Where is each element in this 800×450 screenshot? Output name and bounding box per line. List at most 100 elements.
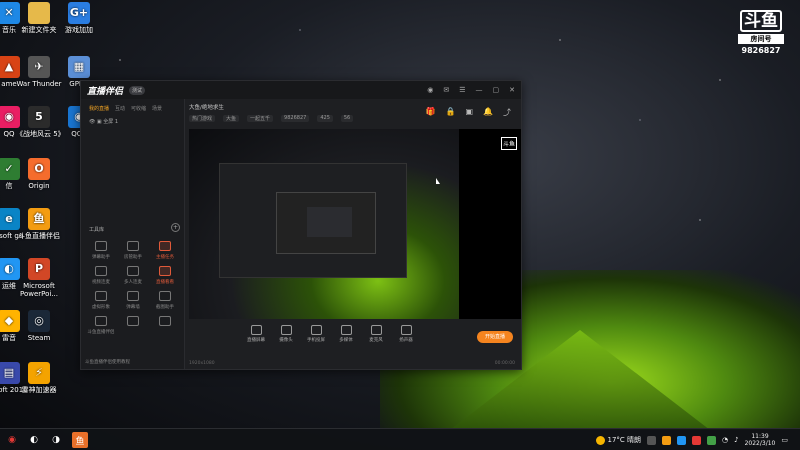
mouse-cursor: [436, 178, 440, 184]
source-label: 摄像头: [279, 338, 293, 343]
desktop-icon[interactable]: G+ 游戏加加: [56, 2, 102, 34]
desktop-icon[interactable]: P Microsoft PowerPoi...: [16, 258, 62, 298]
clock-time: 11:39: [751, 433, 769, 440]
share-icon[interactable]: ⤴: [503, 107, 511, 118]
bell-icon[interactable]: 🔔: [483, 107, 493, 118]
tool-icon: [127, 291, 139, 301]
tab-scene[interactable]: 场景: [152, 105, 162, 112]
tool-item[interactable]: 斗鱼直播伴侣: [85, 316, 117, 335]
meta-tag[interactable]: 大鱼: [223, 115, 240, 122]
go-live-button[interactable]: 开始直播: [477, 331, 513, 343]
avatar-icon[interactable]: ◉: [427, 86, 433, 94]
start-icon[interactable]: ◉: [4, 432, 20, 448]
notification-icon[interactable]: ▭: [781, 436, 788, 444]
douyu-taskbar-icon[interactable]: 鱼: [72, 432, 88, 448]
app-icon-1[interactable]: ◐: [26, 432, 42, 448]
mail-icon[interactable]: ✉: [443, 86, 449, 94]
scene-item[interactable]: 👁 ▣ 全屏 1: [81, 115, 184, 128]
tray-icon-1[interactable]: [647, 435, 657, 445]
sun-icon: [595, 435, 605, 445]
app-titlebar: 直播伴侣 测试 ◉ ✉ ☰ — ▢ ✕: [81, 81, 521, 99]
source-label: 多媒体: [339, 338, 353, 343]
tools-title: 工具库: [89, 227, 105, 233]
desktop-icon[interactable]: ⚡ 雷神加速器: [16, 362, 62, 394]
desktop-icon[interactable]: O Origin: [16, 158, 62, 190]
tab-interact[interactable]: 互动: [115, 105, 125, 112]
add-tool-button[interactable]: +: [171, 223, 180, 232]
tool-item[interactable]: 直播看看: [149, 266, 181, 285]
preview-desktop: [189, 129, 459, 319]
tray-icon-5[interactable]: [707, 435, 717, 445]
tools-grid: 弹幕助手 房管助手 主播任务视频连麦 多人连麦 直播看看虚拟形象 弹幕墙 截图助手斗鱼直播伴…: [85, 241, 181, 335]
app-icon-2[interactable]: ◑: [48, 432, 64, 448]
tool-label: 主播任务: [156, 255, 174, 260]
clock-date: 2022/3/10: [744, 440, 776, 447]
app-version-badge: 测试: [129, 85, 146, 95]
desktop-app-icon: P: [28, 258, 50, 280]
stream-preview[interactable]: 斗鱼: [189, 129, 521, 319]
desktop-icon[interactable]: ◎ Steam: [16, 310, 62, 342]
scene-label: 全屏 1: [103, 119, 119, 125]
tool-label: 弹幕助手: [92, 255, 110, 260]
status-bar: 1920x1080 00:00:00: [189, 361, 515, 366]
tool-item[interactable]: 视频连麦: [85, 266, 117, 285]
wifi-icon[interactable]: ◔: [722, 436, 728, 444]
desktop-app-icon: [28, 2, 50, 24]
tab-collapse[interactable]: 可收缩: [131, 105, 146, 112]
box-icon[interactable]: ▣: [465, 107, 473, 118]
source-button[interactable]: 直播屏幕: [245, 325, 267, 343]
tool-item[interactable]: [149, 316, 181, 335]
desktop-app-icon: 5: [28, 106, 50, 128]
tray-icon-4[interactable]: [692, 435, 702, 445]
source-icon: [280, 325, 292, 335]
desktop-icon-label: 雷神加速器: [21, 386, 57, 394]
tool-icon: [127, 316, 139, 326]
minimize-icon[interactable]: —: [476, 86, 483, 94]
gift-icon[interactable]: 🎁: [426, 107, 436, 118]
source-button[interactable]: 扬声器: [395, 325, 417, 343]
tray-icon-2[interactable]: [662, 435, 672, 445]
desktop-icon-label: Origin: [28, 182, 50, 190]
preview-nested-window-2: [276, 192, 376, 254]
source-button[interactable]: 多媒体: [335, 325, 357, 343]
tool-icon: [159, 266, 171, 276]
menu-icon[interactable]: ☰: [459, 86, 465, 94]
room-label: 房间号: [738, 34, 784, 44]
status-duration: 00:00:00: [494, 361, 515, 366]
tool-item[interactable]: 截图助手: [149, 291, 181, 310]
source-button[interactable]: 摄像头: [275, 325, 297, 343]
source-button[interactable]: 麦克风: [365, 325, 387, 343]
tab-my-live[interactable]: 我的直播: [89, 105, 109, 112]
desktop-icon-label: Steam: [27, 334, 51, 342]
tool-item[interactable]: 房管助手: [117, 241, 149, 260]
source-button[interactable]: 手机投屏: [305, 325, 327, 343]
weather-widget[interactable]: 17°C 晴朗: [595, 435, 641, 445]
lock-icon[interactable]: 🔒: [446, 107, 456, 118]
meta-level: 一起五千: [247, 115, 274, 122]
meta-viewers: 425: [317, 115, 333, 122]
tool-item[interactable]: [117, 316, 149, 335]
tool-item[interactable]: 多人连麦: [117, 266, 149, 285]
clock[interactable]: 11:39 2022/3/10: [745, 433, 776, 447]
tool-icon: [95, 241, 107, 251]
window-controls: ◉ ✉ ☰ — ▢ ✕: [427, 86, 515, 94]
volume-icon[interactable]: ♪: [734, 436, 738, 444]
tool-item[interactable]: 主播任务: [149, 241, 181, 260]
tool-item[interactable]: 弹幕助手: [85, 241, 117, 260]
desktop-icon[interactable]: 鱼斗鱼直播伴侣: [16, 208, 62, 240]
tool-label: 弹幕墙: [126, 305, 140, 310]
tool-item[interactable]: 弹幕墙: [117, 291, 149, 310]
bottom-toolbar: 直播屏幕 摄像头 手机投屏 多媒体 麦克风 扬声器: [189, 325, 517, 365]
tray-icon-3[interactable]: [677, 435, 687, 445]
maximize-icon[interactable]: ▢: [493, 86, 500, 94]
desktop-icon-label: 游戏加加: [65, 26, 93, 34]
tool-label: 房管助手: [124, 255, 142, 260]
tool-icon: [95, 266, 107, 276]
desktop-app-icon: ▦: [68, 56, 90, 78]
tool-item[interactable]: 虚拟形象: [85, 291, 117, 310]
source-label: 手机投屏: [307, 338, 325, 343]
sidebar-footer[interactable]: 斗鱼直播伴侣使用教程: [85, 359, 130, 365]
close-icon[interactable]: ✕: [509, 86, 515, 94]
tool-icon: [95, 291, 107, 301]
meta-category[interactable]: 热门游戏: [189, 115, 216, 122]
